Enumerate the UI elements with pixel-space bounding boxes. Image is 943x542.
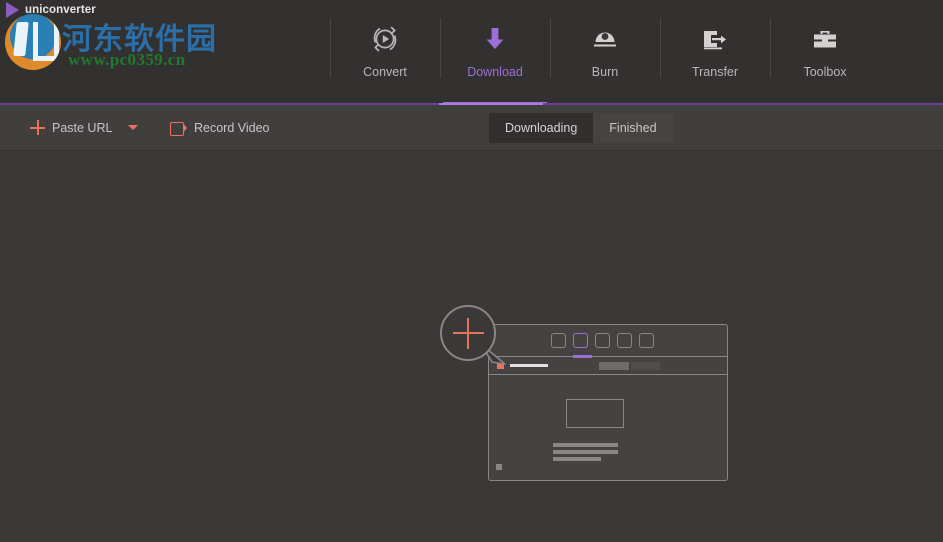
browser-tab-list — [551, 333, 654, 348]
nav-divider — [550, 18, 551, 78]
app-brand: uniconverter — [6, 2, 96, 18]
plus-icon — [30, 120, 45, 135]
tab-downloading[interactable]: Downloading — [489, 113, 594, 143]
browser-text-line — [553, 443, 618, 447]
convert-refresh-play-icon — [368, 22, 402, 56]
browser-tab-bar — [489, 325, 727, 358]
paste-url-button[interactable]: Paste URL — [30, 105, 139, 150]
nav-divider — [660, 18, 661, 78]
browser-tab — [639, 333, 654, 348]
nav-divider — [770, 18, 771, 78]
browser-corner-marker — [496, 464, 502, 470]
browser-video-thumbnail — [566, 399, 624, 428]
burn-disc-icon — [588, 22, 622, 56]
nav-label-convert: Convert — [363, 65, 407, 79]
application-window: uniconverter 河东软件园 www.pc0359.cn Convert… — [0, 0, 943, 542]
nav-item-convert[interactable]: Convert — [330, 0, 440, 105]
nav-item-burn[interactable]: Burn — [550, 0, 660, 105]
nav-divider — [440, 18, 441, 78]
plus-cross-circle-icon[interactable] — [440, 305, 496, 361]
browser-tab — [595, 333, 610, 348]
paste-url-label: Paste URL — [52, 120, 113, 135]
app-title: uniconverter — [25, 4, 96, 16]
nav-label-download: Download — [467, 65, 523, 79]
record-video-button[interactable]: Record Video — [170, 105, 270, 150]
tab-finished[interactable]: Finished — [593, 113, 672, 143]
nav-label-toolbox: Toolbox — [803, 65, 847, 79]
browser-address-bar — [489, 357, 727, 375]
main-navigation: Convert Download Burn Transfer Toolbox — [330, 0, 880, 105]
download-arrow-icon — [478, 22, 512, 56]
browser-toolbar-pill — [599, 362, 629, 370]
nav-item-download[interactable]: Download — [440, 0, 550, 105]
download-status-tabs: Downloading Finished — [489, 113, 673, 143]
browser-text-line — [553, 450, 618, 454]
play-triangle-logo-icon — [6, 2, 19, 18]
nav-label-burn: Burn — [591, 65, 619, 79]
record-video-label: Record Video — [194, 120, 270, 135]
browser-address-placeholder — [510, 363, 548, 367]
nav-label-transfer: Transfer — [691, 65, 739, 79]
toolbox-briefcase-icon — [808, 22, 842, 56]
chevron-down-icon[interactable] — [128, 125, 139, 130]
app-header: uniconverter 河东软件园 www.pc0359.cn Convert… — [0, 0, 943, 105]
browser-toolbar-pill — [631, 362, 660, 370]
browser-tab — [551, 333, 566, 348]
action-toolbar: Paste URL Record Video D — [0, 105, 943, 240]
watermark-site-url: www.pc0359.cn — [68, 50, 186, 69]
nav-item-transfer[interactable]: Transfer — [660, 0, 770, 105]
browser-text-line — [553, 457, 601, 461]
watermark-badge-icon — [5, 14, 61, 70]
nav-divider — [330, 18, 331, 78]
browser-tab-selected — [573, 333, 588, 348]
empty-state-illustration[interactable] — [440, 305, 740, 495]
browser-window-mockup — [488, 324, 728, 481]
transfer-device-arrow-icon — [698, 22, 732, 56]
main-content-area — [0, 151, 943, 542]
nav-item-toolbox[interactable]: Toolbox — [770, 0, 880, 105]
watermark-site-name: 河东软件园 — [62, 22, 217, 57]
browser-tab — [617, 333, 632, 348]
browser-page-body — [489, 375, 727, 478]
watermark: 河东软件园 www.pc0359.cn — [0, 10, 217, 72]
video-camera-icon — [170, 121, 187, 136]
